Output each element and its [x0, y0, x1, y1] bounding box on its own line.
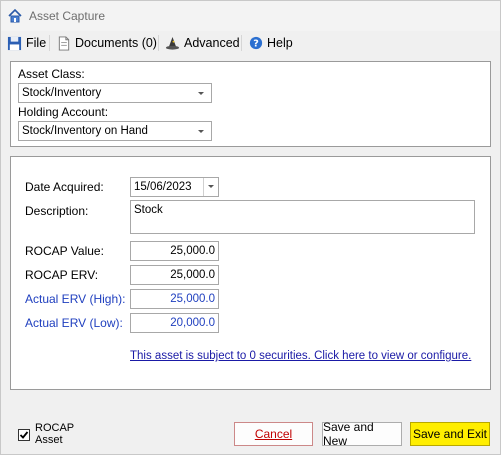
- description-label: Description:: [25, 204, 89, 218]
- menu-advanced-label: Advanced: [184, 36, 240, 50]
- rocap-erv-input[interactable]: 25,000.0: [130, 265, 219, 285]
- house-icon: [7, 8, 23, 24]
- menu-separator: [241, 35, 242, 51]
- actual-erv-high-label: Actual ERV (High):: [25, 292, 126, 306]
- date-dropdown-button[interactable]: [203, 178, 218, 196]
- rocap-erv-label: ROCAP ERV:: [25, 268, 99, 282]
- actual-erv-low-input[interactable]: 20,000.0: [130, 313, 219, 333]
- date-acquired-value: 15/06/2023: [134, 181, 192, 193]
- actual-erv-high-input[interactable]: 25,000.0: [130, 289, 219, 309]
- title-bar: Asset Capture: [1, 1, 500, 31]
- asset-details-panel: Date Acquired: 15/06/2023 Description: S…: [10, 156, 491, 390]
- document-icon: [58, 35, 70, 51]
- rocap-asset-label-line2: Asset: [35, 434, 63, 446]
- menu-separator: [49, 35, 50, 51]
- rocap-erv-value: 25,000.0: [170, 269, 215, 281]
- rocap-value-input[interactable]: 25,000.0: [130, 241, 219, 261]
- menu-help-label: Help: [267, 36, 293, 50]
- holding-account-combo[interactable]: Stock/Inventory on Hand: [18, 121, 212, 141]
- rocap-value-value: 25,000.0: [170, 245, 215, 257]
- checkmark-icon: [19, 431, 29, 439]
- holding-account-value: Stock/Inventory on Hand: [22, 125, 148, 137]
- save-and-exit-button[interactable]: Save and Exit: [410, 422, 490, 446]
- menu-advanced[interactable]: Advanced: [165, 33, 240, 53]
- asset-capture-window: Asset Capture File Documents (0) Advance…: [0, 0, 501, 455]
- date-acquired-label: Date Acquired:: [25, 180, 104, 194]
- rocap-asset-checkbox[interactable]: [18, 429, 30, 441]
- description-value: Stock: [134, 204, 163, 216]
- help-icon: ?: [249, 36, 263, 50]
- svg-text:?: ?: [253, 39, 259, 50]
- asset-class-value: Stock/Inventory: [22, 87, 102, 99]
- menu-separator: [158, 35, 159, 51]
- menu-file[interactable]: File: [7, 33, 46, 53]
- menu-help[interactable]: ? Help: [249, 33, 293, 53]
- actual-erv-low-value: 20,000.0: [170, 317, 215, 329]
- asset-class-panel: Asset Class: Stock/Inventory Holding Acc…: [10, 61, 491, 147]
- description-input[interactable]: Stock: [130, 200, 475, 234]
- actual-erv-low-label: Actual ERV (Low):: [25, 316, 123, 330]
- menu-bar: File Documents (0) Advanced ? Help: [1, 31, 500, 55]
- wizard-hat-icon: [165, 36, 180, 50]
- actual-erv-high-value: 25,000.0: [170, 293, 215, 305]
- chevron-down-icon: [198, 130, 204, 133]
- chevron-down-icon: [198, 92, 204, 95]
- asset-class-combo[interactable]: Stock/Inventory: [18, 83, 212, 103]
- asset-class-label: Asset Class:: [18, 67, 85, 81]
- securities-link[interactable]: This asset is subject to 0 securities. C…: [130, 350, 471, 362]
- holding-account-label: Holding Account:: [18, 105, 109, 119]
- menu-documents[interactable]: Documents (0): [57, 33, 157, 53]
- chevron-down-icon: [208, 185, 214, 188]
- menu-documents-label: Documents (0): [75, 36, 157, 50]
- cancel-button[interactable]: Cancel: [234, 422, 313, 446]
- menu-file-label: File: [26, 36, 47, 50]
- save-and-new-button[interactable]: Save and New: [322, 420, 402, 448]
- rocap-value-label: ROCAP Value:: [25, 244, 104, 258]
- window-title: Asset Capture: [29, 9, 106, 23]
- date-acquired-picker[interactable]: 15/06/2023: [130, 177, 219, 197]
- floppy-disk-icon: [7, 36, 22, 50]
- rocap-asset-label-line1: ROCAP: [35, 422, 75, 434]
